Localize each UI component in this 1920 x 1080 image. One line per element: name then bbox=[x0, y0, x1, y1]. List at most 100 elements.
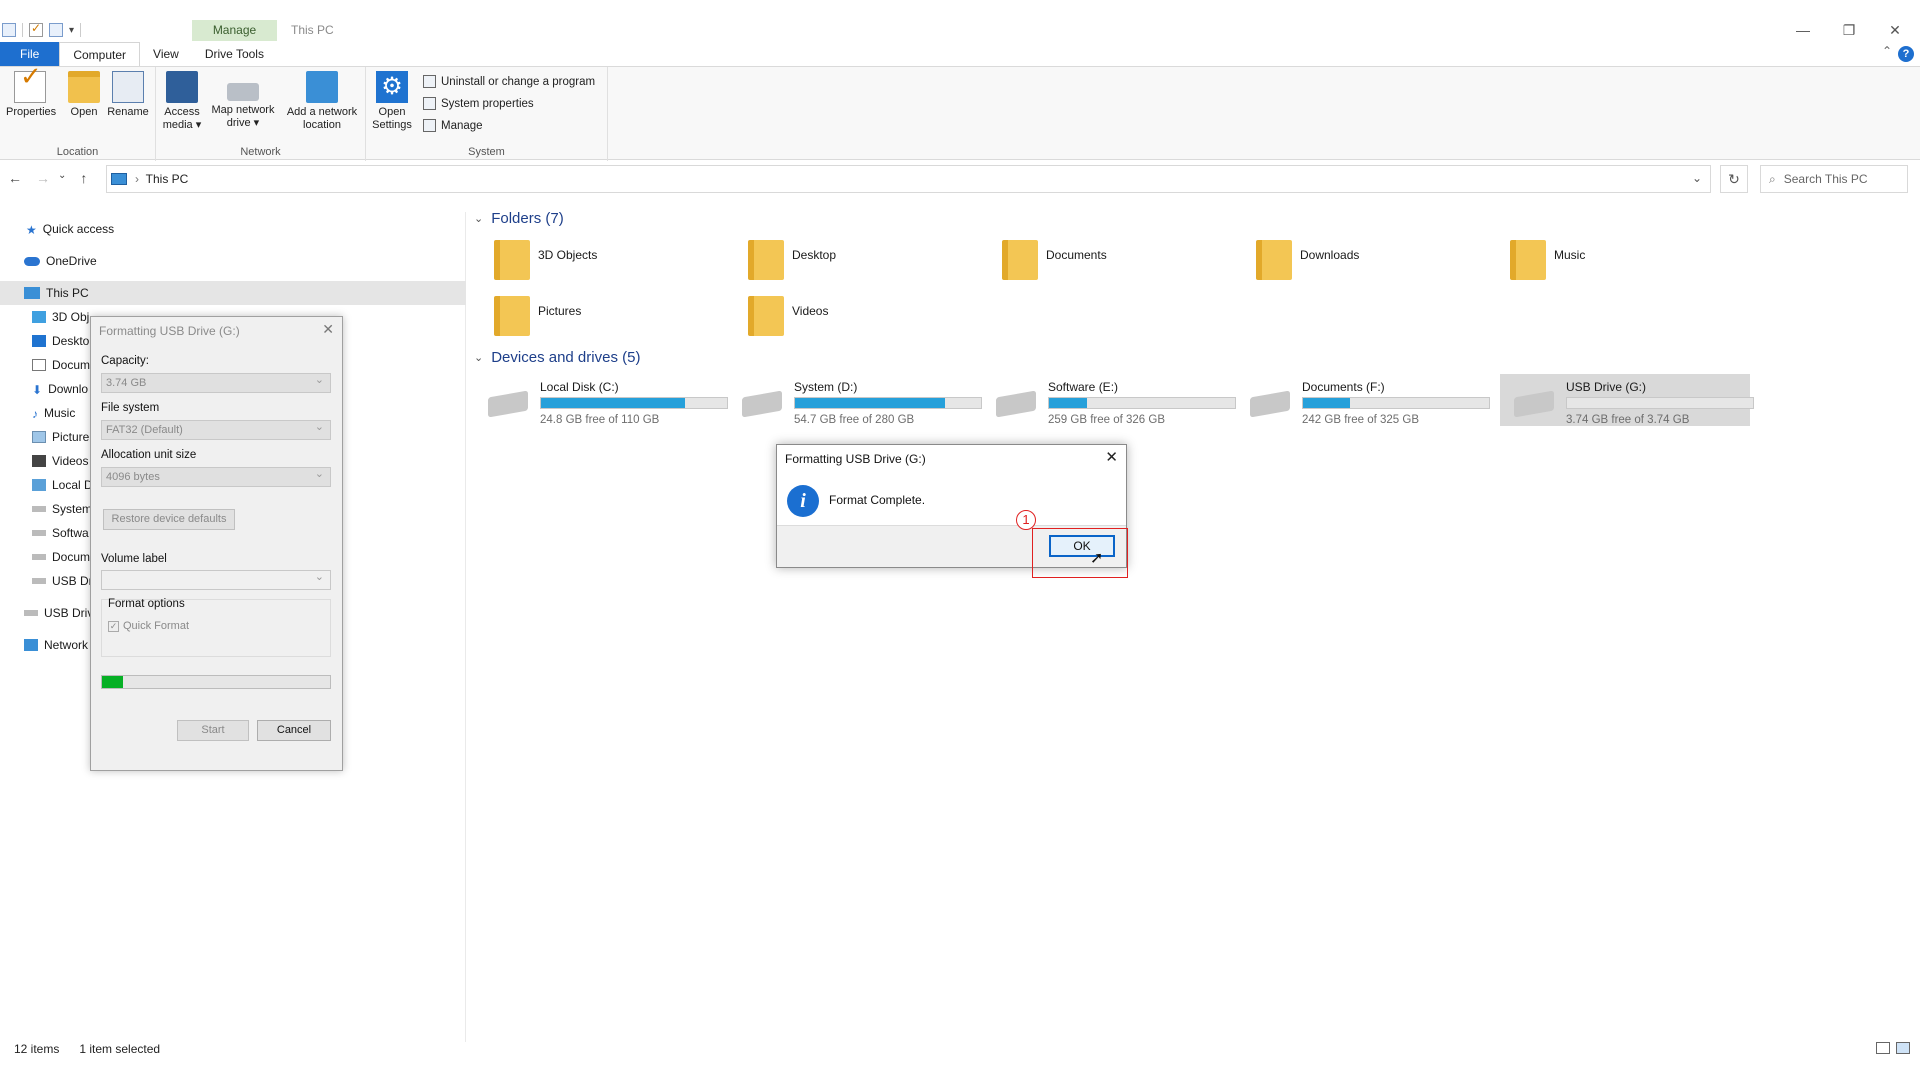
view-toggle bbox=[1876, 1042, 1910, 1054]
properties-button[interactable]: Properties bbox=[6, 70, 56, 119]
nav-item-this-pc[interactable]: This PC bbox=[0, 281, 466, 305]
folders-section-header[interactable]: ⌄ Folders (7) bbox=[474, 210, 564, 227]
search-input[interactable]: Search This PC bbox=[1784, 172, 1868, 186]
drives-section-header[interactable]: ⌄ Devices and drives (5) bbox=[474, 349, 640, 366]
recent-locations-icon[interactable]: ⌄ bbox=[58, 170, 66, 186]
title-bar: ▾ Manage This PC — ❐ ✕ bbox=[0, 0, 1920, 41]
tab-view[interactable]: View bbox=[140, 42, 192, 66]
window-title: This PC bbox=[291, 23, 334, 37]
close-icon[interactable]: ✕ bbox=[322, 321, 334, 338]
allocation-size-select[interactable]: 4096 bytes bbox=[101, 465, 331, 487]
search-box[interactable]: ⌕ Search This PC bbox=[1760, 165, 1908, 193]
drive-tile[interactable]: Documents (F:) 242 GB free of 325 GB bbox=[1236, 374, 1490, 426]
group-label-network: Network bbox=[240, 146, 281, 158]
restore-button[interactable]: ❐ bbox=[1826, 20, 1872, 40]
message-text: Format Complete. bbox=[829, 493, 926, 507]
drive-tile[interactable]: System (D:) 54.7 GB free of 280 GB bbox=[728, 374, 982, 426]
progress-fill bbox=[102, 676, 123, 688]
open-settings-button[interactable]: ⚙ Open Settings bbox=[372, 71, 412, 132]
drive-tile[interactable]: Software (E:) 259 GB free of 326 GB bbox=[982, 374, 1236, 426]
address-dropdown-icon[interactable]: ⌄ bbox=[1692, 171, 1702, 185]
drive-icon bbox=[32, 506, 46, 512]
music-folder-icon bbox=[1510, 240, 1546, 280]
cancel-button[interactable]: Cancel bbox=[257, 720, 331, 741]
computer-icon bbox=[24, 287, 40, 299]
drive-tile[interactable]: Local Disk (C:) 24.8 GB free of 110 GB bbox=[474, 374, 728, 426]
tab-drive-tools[interactable]: Drive Tools bbox=[192, 42, 277, 66]
desktop-folder-icon bbox=[748, 240, 784, 280]
address-bar[interactable]: › This PC ⌄ bbox=[106, 165, 1711, 193]
refresh-icon: ↻ bbox=[1728, 171, 1740, 187]
back-arrow-icon[interactable]: ← bbox=[8, 170, 22, 186]
folder-3d-objects[interactable]: 3D Objects bbox=[494, 240, 597, 280]
folder-pictures[interactable]: Pictures bbox=[494, 296, 581, 336]
film-icon bbox=[32, 455, 46, 467]
minimize-button[interactable]: — bbox=[1780, 20, 1826, 40]
3d-objects-folder-icon bbox=[494, 240, 530, 280]
manage-icon bbox=[423, 119, 436, 132]
uninstall-icon bbox=[423, 75, 436, 88]
manage-button[interactable]: Manage bbox=[423, 119, 483, 132]
folder-documents[interactable]: Documents bbox=[1002, 240, 1107, 280]
add-network-location-button[interactable]: Add a network location bbox=[282, 71, 362, 132]
drive-usage-bar bbox=[540, 397, 728, 409]
star-icon: ★ bbox=[26, 223, 37, 237]
tab-computer[interactable]: Computer bbox=[59, 42, 141, 66]
rename-button[interactable]: Rename bbox=[106, 71, 150, 119]
forward-arrow-icon[interactable]: → bbox=[36, 170, 50, 186]
up-arrow-icon[interactable]: ↑ bbox=[80, 170, 87, 186]
new-folder-qat-icon[interactable] bbox=[49, 23, 63, 37]
download-arrow-icon: ⬇ bbox=[32, 383, 43, 397]
help-icon[interactable]: ? bbox=[1898, 46, 1914, 62]
uninstall-program-button[interactable]: Uninstall or change a program bbox=[423, 75, 595, 88]
nav-item-onedrive[interactable]: OneDrive bbox=[0, 249, 466, 273]
downloads-folder-icon bbox=[1256, 240, 1292, 280]
qat-dropdown-icon[interactable]: ▾ bbox=[69, 25, 74, 36]
item-count: 12 items bbox=[14, 1042, 60, 1056]
folder-desktop[interactable]: Desktop bbox=[748, 240, 836, 280]
manage-contextual-tab[interactable]: Manage bbox=[192, 20, 277, 41]
drive-icon bbox=[1250, 390, 1290, 418]
music-note-icon: ♪ bbox=[32, 407, 38, 421]
drive-tile-usb-selected[interactable]: USB Drive (G:) 3.74 GB free of 3.74 GB bbox=[1500, 374, 1754, 426]
folder-downloads[interactable]: Downloads bbox=[1256, 240, 1359, 280]
file-system-select[interactable]: FAT32 (Default) bbox=[101, 418, 331, 440]
file-system-label: File system bbox=[101, 402, 160, 414]
network-drive-icon bbox=[227, 83, 259, 101]
close-window-button[interactable]: ✕ bbox=[1872, 20, 1918, 40]
document-icon bbox=[32, 359, 46, 371]
desktop-icon bbox=[32, 335, 46, 347]
cloud-icon bbox=[24, 256, 40, 266]
breadcrumb[interactable]: › This PC bbox=[135, 172, 188, 186]
restore-defaults-button[interactable]: Restore device defaults bbox=[103, 509, 235, 530]
start-button[interactable]: Start bbox=[177, 720, 249, 741]
ribbon-group-network: Access media ▾ Map network drive ▾ Add a… bbox=[156, 67, 366, 161]
ribbon: Properties Open Rename Location Access m… bbox=[0, 66, 1920, 161]
drive-usage-bar bbox=[1566, 397, 1754, 409]
quick-format-checkbox[interactable]: ✓ Quick Format bbox=[108, 620, 189, 632]
large-icons-view-icon[interactable] bbox=[1896, 1042, 1910, 1054]
access-media-button[interactable]: Access media ▾ bbox=[162, 71, 202, 132]
system-properties-button[interactable]: System properties bbox=[423, 97, 534, 110]
folder-videos[interactable]: Videos bbox=[748, 296, 828, 336]
collapse-ribbon-icon[interactable]: ⌃ bbox=[1882, 44, 1892, 58]
capacity-label: Capacity: bbox=[101, 355, 149, 367]
refresh-button[interactable]: ↻ bbox=[1720, 165, 1748, 193]
close-icon[interactable]: ✕ bbox=[1105, 448, 1118, 466]
documents-folder-icon bbox=[1002, 240, 1038, 280]
details-view-icon[interactable] bbox=[1876, 1042, 1890, 1054]
settings-gear-icon: ⚙ bbox=[376, 71, 408, 103]
drive-icon bbox=[742, 390, 782, 418]
properties-qat-icon[interactable] bbox=[29, 21, 43, 37]
step-number-badge: 1 bbox=[1016, 510, 1036, 530]
open-button[interactable]: Open bbox=[64, 71, 104, 119]
folder-music[interactable]: Music bbox=[1510, 240, 1585, 280]
volume-label-input[interactable] bbox=[101, 568, 331, 590]
properties-icon bbox=[14, 70, 46, 103]
map-network-drive-button[interactable]: Map network drive ▾ bbox=[206, 71, 280, 130]
capacity-select[interactable]: 3.74 GB bbox=[101, 371, 331, 393]
picture-icon bbox=[32, 431, 46, 443]
status-bar: 12 items 1 item selected bbox=[0, 1038, 1920, 1060]
nav-item-quick-access[interactable]: ★ Quick access bbox=[0, 217, 466, 241]
usb-drive-icon bbox=[24, 610, 38, 616]
